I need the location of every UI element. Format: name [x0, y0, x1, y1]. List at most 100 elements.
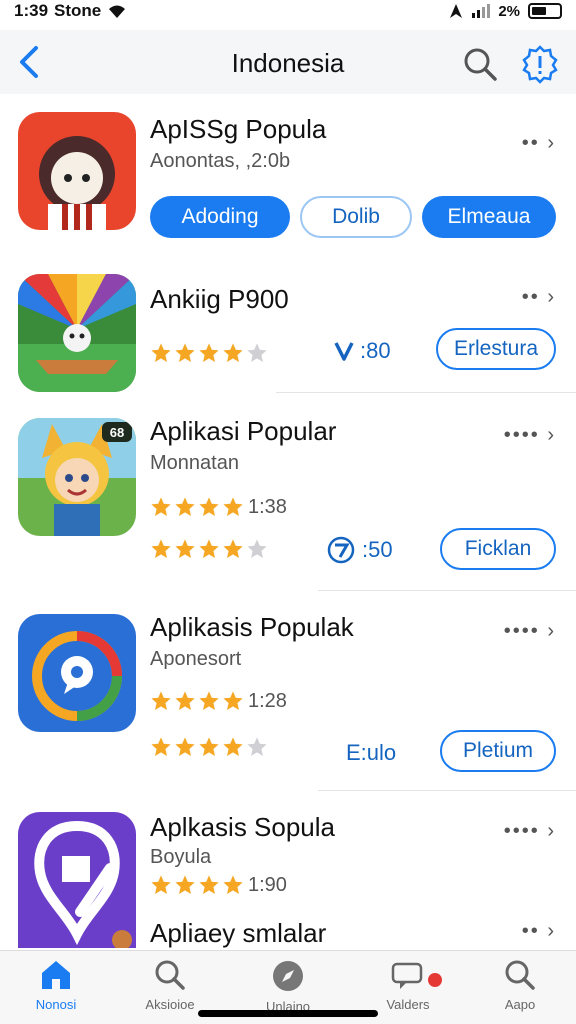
download-icon — [327, 536, 355, 564]
star-icon — [199, 737, 219, 756]
star-icon — [199, 497, 219, 516]
download-count: E:ulo — [346, 740, 396, 766]
get-button[interactable]: Pletium — [440, 730, 556, 772]
status-carrier: Stone — [54, 1, 102, 20]
star-rating — [150, 342, 268, 364]
star-icon — [223, 539, 243, 558]
tab-explore[interactable]: Unlaino — [238, 959, 338, 1014]
divider — [276, 392, 576, 393]
app-row[interactable]: Aplkasis Sopula Boyula •••• › 1:90 Aplia… — [0, 798, 576, 948]
primary-action-button[interactable]: Adoding — [150, 196, 290, 238]
star-rating — [150, 496, 244, 518]
star-icon — [223, 343, 243, 362]
star-icon — [199, 875, 219, 894]
star-icon — [175, 539, 195, 558]
app-subtitle: Monnatan — [150, 452, 239, 474]
star-icon — [199, 539, 219, 558]
more-button[interactable]: •• › — [522, 286, 556, 309]
battery-percent: 2% — [498, 2, 520, 20]
star-rating — [150, 690, 244, 712]
app-icon — [18, 274, 136, 392]
search-icon — [155, 960, 185, 990]
download-value: :50 — [362, 537, 393, 562]
star-icon — [151, 343, 171, 362]
more-button[interactable]: •••• › — [504, 620, 556, 643]
star-icon — [175, 875, 195, 894]
star-icon — [151, 497, 171, 516]
download-icon — [334, 342, 354, 361]
more-button[interactable]: •• › — [522, 920, 556, 943]
download-count: :80 — [332, 338, 391, 364]
location-icon — [450, 4, 463, 18]
app-subtitle: Aponesort — [150, 648, 242, 670]
info-badge-icon — [522, 45, 558, 84]
tab-search-2[interactable]: Aapo — [470, 959, 570, 1012]
star-icon — [175, 737, 195, 756]
star-icon — [247, 343, 267, 362]
star-rating — [150, 874, 244, 896]
star-icon — [175, 691, 195, 710]
app-row[interactable]: Ankiig P900 •• › :80 Erlestura — [0, 262, 576, 394]
tertiary-action-button[interactable]: Elmeaua — [422, 196, 556, 238]
tab-messages[interactable]: Valders — [358, 959, 458, 1012]
tab-label: Aapo — [504, 997, 536, 1012]
star-icon — [151, 691, 171, 710]
home-indicator — [198, 1010, 378, 1017]
app-row[interactable]: 68 Aplikasi Popular Monnatan •••• › 1:38… — [0, 404, 576, 594]
download-count: :50 — [326, 536, 393, 564]
download-value: :80 — [360, 338, 391, 363]
star-icon — [247, 539, 267, 558]
star-icon — [175, 497, 195, 516]
more-button[interactable]: •••• › — [504, 820, 556, 843]
divider — [318, 790, 576, 791]
get-button[interactable]: Ficklan — [440, 528, 556, 570]
info-button[interactable] — [520, 44, 560, 84]
app-icon — [18, 812, 136, 948]
app-row[interactable]: Aplikasis Populak Aponesort •••• › 1:28 … — [0, 598, 576, 791]
secondary-action-button[interactable]: Dolib — [300, 196, 412, 238]
navigation-bar: Indonesia — [0, 30, 576, 94]
message-icon — [391, 962, 423, 989]
star-icon — [223, 497, 243, 516]
status-time: 1:39 — [14, 1, 49, 20]
star-icon — [247, 737, 267, 756]
battery-icon — [528, 3, 562, 19]
star-icon — [151, 539, 171, 558]
tab-label: Nonosi — [35, 997, 77, 1012]
tab-home[interactable]: Nonosi — [6, 959, 106, 1012]
tab-search[interactable]: Aksioioe — [120, 959, 220, 1012]
star-icon — [151, 875, 171, 894]
app-title-secondary: Apliaey smlalar — [150, 918, 327, 948]
more-button[interactable]: •••• › — [504, 424, 556, 447]
divider — [318, 590, 576, 591]
app-row[interactable]: ApISSg Popula Aonontas, ,2:0b •• › Adodi… — [0, 100, 576, 260]
app-title: Aplikasi Popular — [150, 416, 337, 446]
star-icon — [199, 343, 219, 362]
search-icon — [464, 48, 497, 81]
app-subtitle: Boyula — [150, 846, 212, 868]
status-bar: 1:39 Stone 2% — [0, 0, 576, 22]
rating-value: 1:28 — [248, 690, 287, 712]
app-title: ApISSg Popula — [150, 114, 327, 144]
notification-dot — [428, 973, 442, 987]
search-button[interactable] — [462, 46, 498, 82]
star-rating — [150, 538, 268, 560]
app-icon — [18, 112, 136, 230]
app-icon: 68 — [18, 418, 136, 536]
app-subtitle: Aonontas, ,2:0b — [150, 150, 291, 172]
star-icon — [199, 691, 219, 710]
star-icon — [223, 875, 243, 894]
star-rating — [150, 736, 268, 758]
app-title: Ankiig P900 — [150, 284, 289, 314]
more-button[interactable]: •• › — [522, 132, 556, 155]
star-icon — [175, 343, 195, 362]
signal-icon — [472, 4, 491, 18]
get-button[interactable]: Erlestura — [436, 328, 556, 370]
rating-value: 1:38 — [248, 496, 287, 518]
rating-value: 1:90 — [248, 874, 287, 896]
icon-badge: 68 — [110, 425, 124, 440]
star-icon — [223, 737, 243, 756]
home-icon — [42, 961, 70, 989]
app-title: Aplkasis Sopula — [150, 812, 335, 842]
app-title: Aplikasis Populak — [150, 612, 354, 642]
